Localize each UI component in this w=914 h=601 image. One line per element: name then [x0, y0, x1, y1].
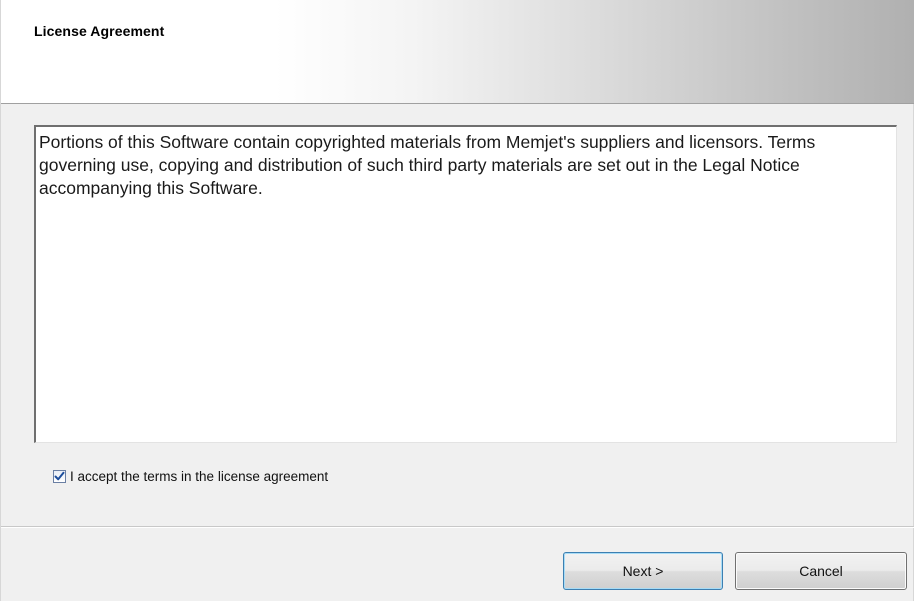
next-button[interactable]: Next >: [563, 552, 723, 590]
accept-terms-row[interactable]: I accept the terms in the license agreem…: [53, 469, 328, 484]
license-dialog: License Agreement Portions of this Softw…: [0, 0, 914, 601]
page-title: License Agreement: [34, 23, 165, 39]
dialog-header: License Agreement: [1, 0, 914, 104]
checkmark-icon: [54, 471, 65, 481]
accept-terms-checkbox[interactable]: [53, 470, 66, 483]
cancel-button[interactable]: Cancel: [735, 552, 907, 590]
accept-terms-label[interactable]: I accept the terms in the license agreem…: [70, 469, 328, 484]
license-text-box[interactable]: Portions of this Software contain copyri…: [34, 125, 897, 443]
license-text: Portions of this Software contain copyri…: [39, 132, 816, 198]
footer-divider: [1, 526, 914, 528]
